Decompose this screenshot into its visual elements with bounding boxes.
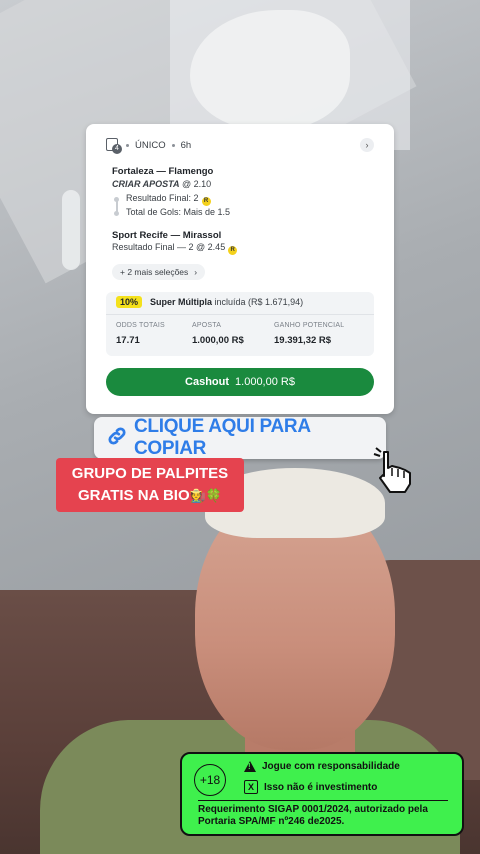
regulatory-text: Requerimento SIGAP 0001/2024, autorizado… [198, 804, 428, 827]
copy-link-button[interactable]: CLIQUE AQUI PARA COPIAR [94, 416, 386, 459]
bet-summary: 10% Super Múltipla incluída (R$ 1.671,94… [106, 292, 374, 356]
total-odds-value: 17.71 [116, 335, 140, 346]
hand-pointer-icon [373, 447, 411, 493]
potential-win-label: GANHO POTENCIAL [274, 322, 345, 329]
create-bet-label: CRIAR APOSTA [112, 179, 180, 189]
bet-type: ÚNICO [135, 139, 166, 151]
stake-value: 1.000,00 R$ [192, 335, 244, 346]
divider [106, 314, 374, 315]
boost-text: Super Múltipla incluída (R$ 1.671,94) [150, 297, 304, 307]
horse-leg [62, 190, 80, 270]
separator-dot [171, 143, 175, 147]
promo-line-1: GRUPO DE PALPITES [71, 465, 229, 482]
warning-icon [244, 761, 256, 772]
create-bet-odds: @ 2.10 [182, 179, 212, 189]
age-restriction-badge: +18 [194, 764, 226, 796]
bet-header: 4 ÚNICO 6h [106, 138, 192, 154]
selection-item: Total de Gols: Mais de 1.5 [126, 207, 231, 217]
responsible-gaming-notice: +18 Jogue com responsabilidade X Isso nã… [180, 752, 464, 836]
bet-count-badge: 4 [112, 144, 122, 154]
notice-line: X Isso não é investimento [244, 780, 377, 794]
chevron-right-icon: › [194, 267, 198, 277]
early-payout-badge-icon: R [201, 197, 211, 206]
early-payout-badge-icon: R [228, 246, 238, 255]
match-title: Sport Recife — Mirassol [112, 230, 222, 241]
divider [198, 800, 448, 801]
chevron-right-icon[interactable]: › [360, 138, 374, 152]
more-selections-button[interactable]: + 2 mais seleções › [112, 264, 206, 280]
selection-dot [114, 211, 119, 216]
selection-item: Resultado Final: 2R [126, 193, 211, 206]
separator-dot [126, 143, 129, 147]
selection-connector [116, 198, 118, 212]
copy-link-text: CLIQUE AQUI PARA COPIAR [134, 416, 311, 459]
cashout-button[interactable]: Cashout 1.000,00 R$ [106, 368, 374, 396]
boost-percent-badge: 10% [116, 296, 143, 308]
link-icon [106, 425, 128, 451]
promo-line-2: GRATIS NA BIO🧑‍🌾🍀 [56, 485, 244, 507]
total-odds-label: ODDS TOTAIS [116, 322, 165, 329]
notice-line: Jogue com responsabilidade [244, 761, 400, 772]
x-box-icon: X [244, 780, 258, 794]
potential-win-value: 19.391,32 R$ [274, 335, 332, 346]
bet-time: 6h [180, 139, 192, 151]
bet-slip-card: 4 ÚNICO 6h › Fortaleza — Flamengo CRIAR … [86, 124, 394, 414]
stake-label: APOSTA [192, 322, 222, 329]
promo-banner: GRUPO DE PALPITES GRATIS NA BIO🧑‍🌾🍀 [56, 458, 244, 512]
match-selection: Resultado Final — 2 @ 2.45 R [112, 242, 238, 255]
bet-slip-icon: 4 [106, 138, 122, 154]
match-title: Fortaleza — Flamengo [112, 166, 214, 177]
create-bet-line: CRIAR APOSTA @ 2.10 [112, 179, 211, 189]
farmer-clover-emoji-icon: 🧑‍🌾🍀 [189, 488, 223, 503]
